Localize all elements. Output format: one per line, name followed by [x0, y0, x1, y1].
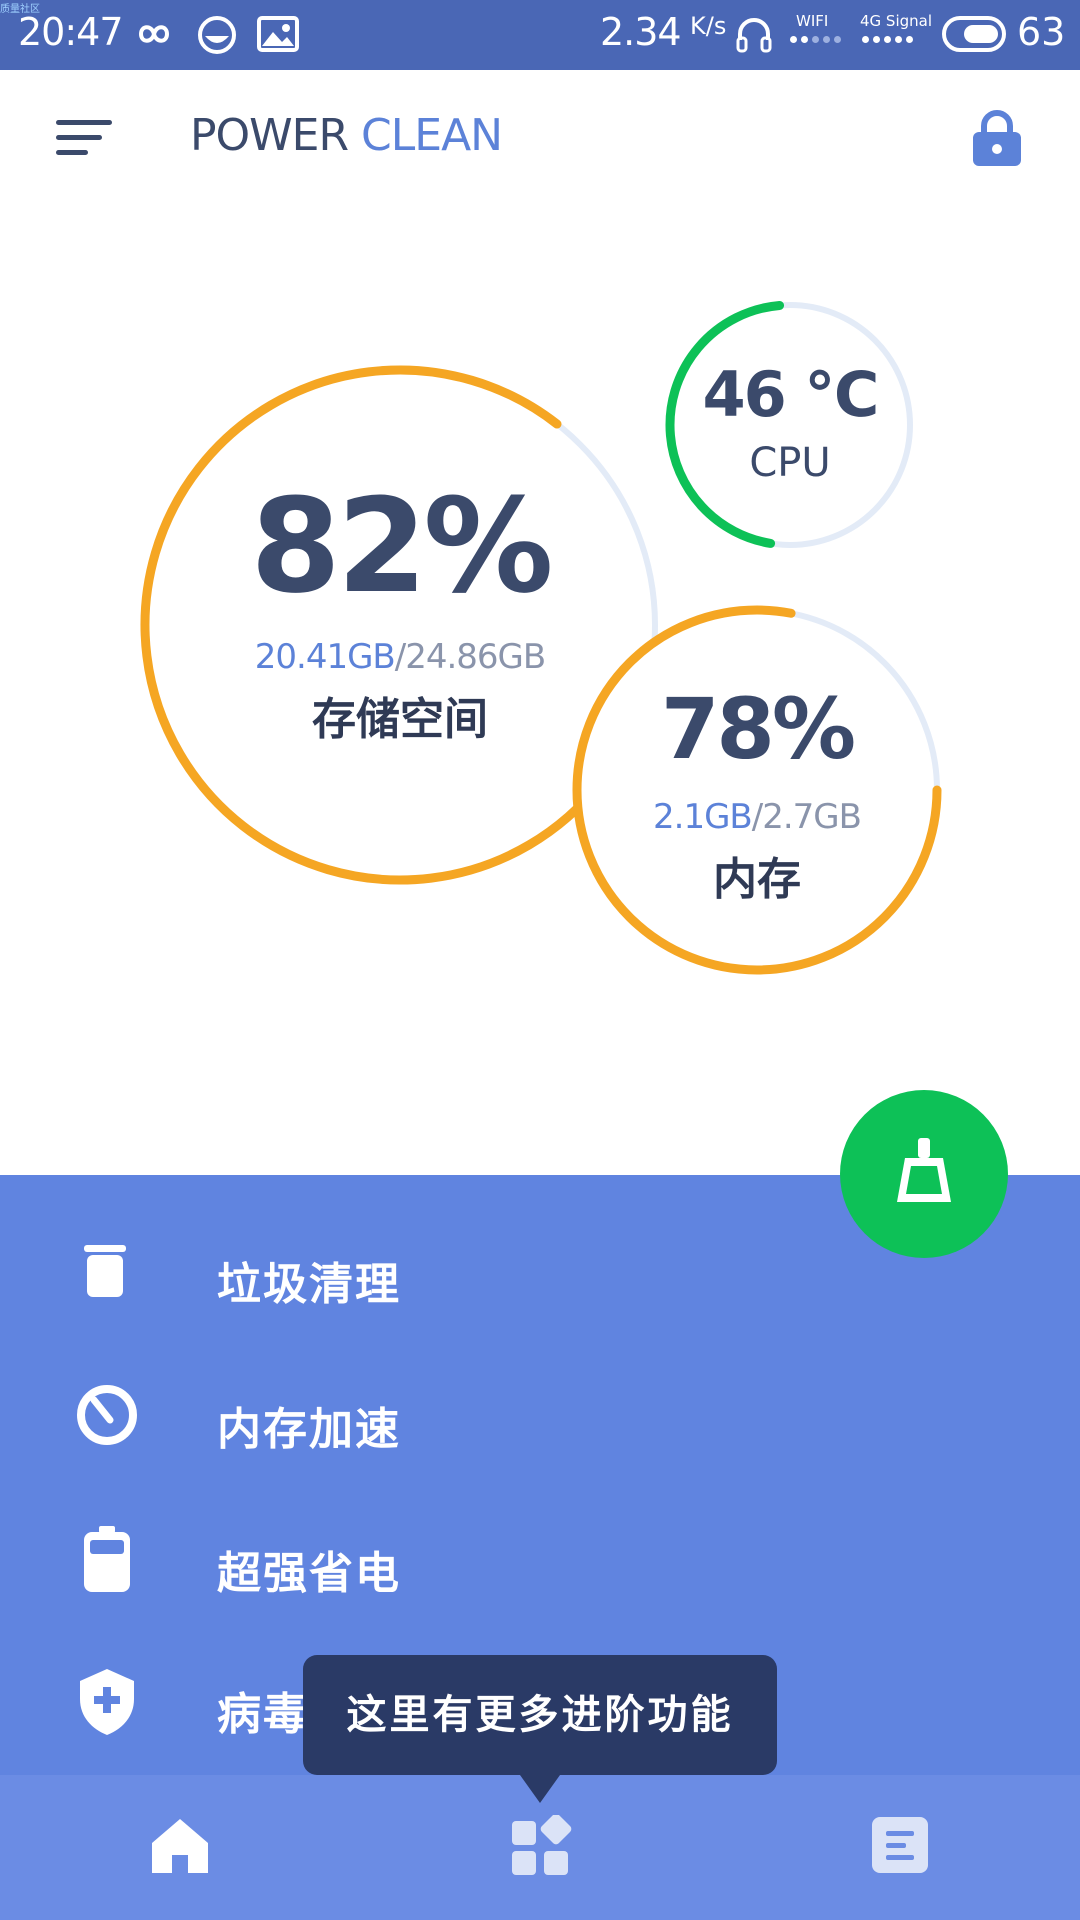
storage-label: 存储空间 [312, 694, 488, 745]
storage-usage: 20.41GB/24.86GB [200, 637, 600, 677]
memory-percent: 78% [660, 680, 856, 778]
trash-icon [72, 1235, 142, 1309]
storage-total: /24.86GB [394, 637, 546, 677]
cpu-temperature: 46 ℃ [702, 358, 880, 431]
tooltip[interactable]: 这里有更多进阶功能 [303, 1655, 777, 1775]
memory-total: /2.7GB [751, 797, 862, 837]
broom-icon [891, 1136, 957, 1214]
tooltip-arrow [520, 1775, 560, 1803]
clean-fab-button[interactable] [840, 1090, 1008, 1258]
memory-used: 2.1GB [653, 797, 753, 837]
feature-label: 内存加速 [217, 1404, 401, 1455]
feature-label: 病毒 [217, 1689, 309, 1740]
cpu-label: CPU [749, 440, 831, 486]
home-icon [150, 1815, 210, 1879]
feature-label: 超强省电 [217, 1548, 401, 1599]
storage-percent: 82% [250, 470, 553, 622]
nav-home[interactable] [80, 1775, 280, 1920]
feature-item-memory-boost[interactable]: 内存加速 [0, 1363, 1080, 1483]
memory-usage: 2.1GB/2.7GB [597, 797, 917, 837]
battery-icon [72, 1522, 142, 1600]
feature-item-power-saving[interactable]: 超强省电 [0, 1507, 1080, 1627]
shield-plus-icon [72, 1665, 142, 1741]
document-icon [870, 1815, 930, 1879]
feature-label: 垃圾清理 [217, 1259, 401, 1310]
memory-label: 内存 [713, 854, 801, 905]
speedometer-icon [72, 1380, 142, 1454]
apps-icon [510, 1813, 572, 1881]
nav-report[interactable] [800, 1775, 1000, 1920]
storage-used: 20.41GB [254, 637, 396, 677]
